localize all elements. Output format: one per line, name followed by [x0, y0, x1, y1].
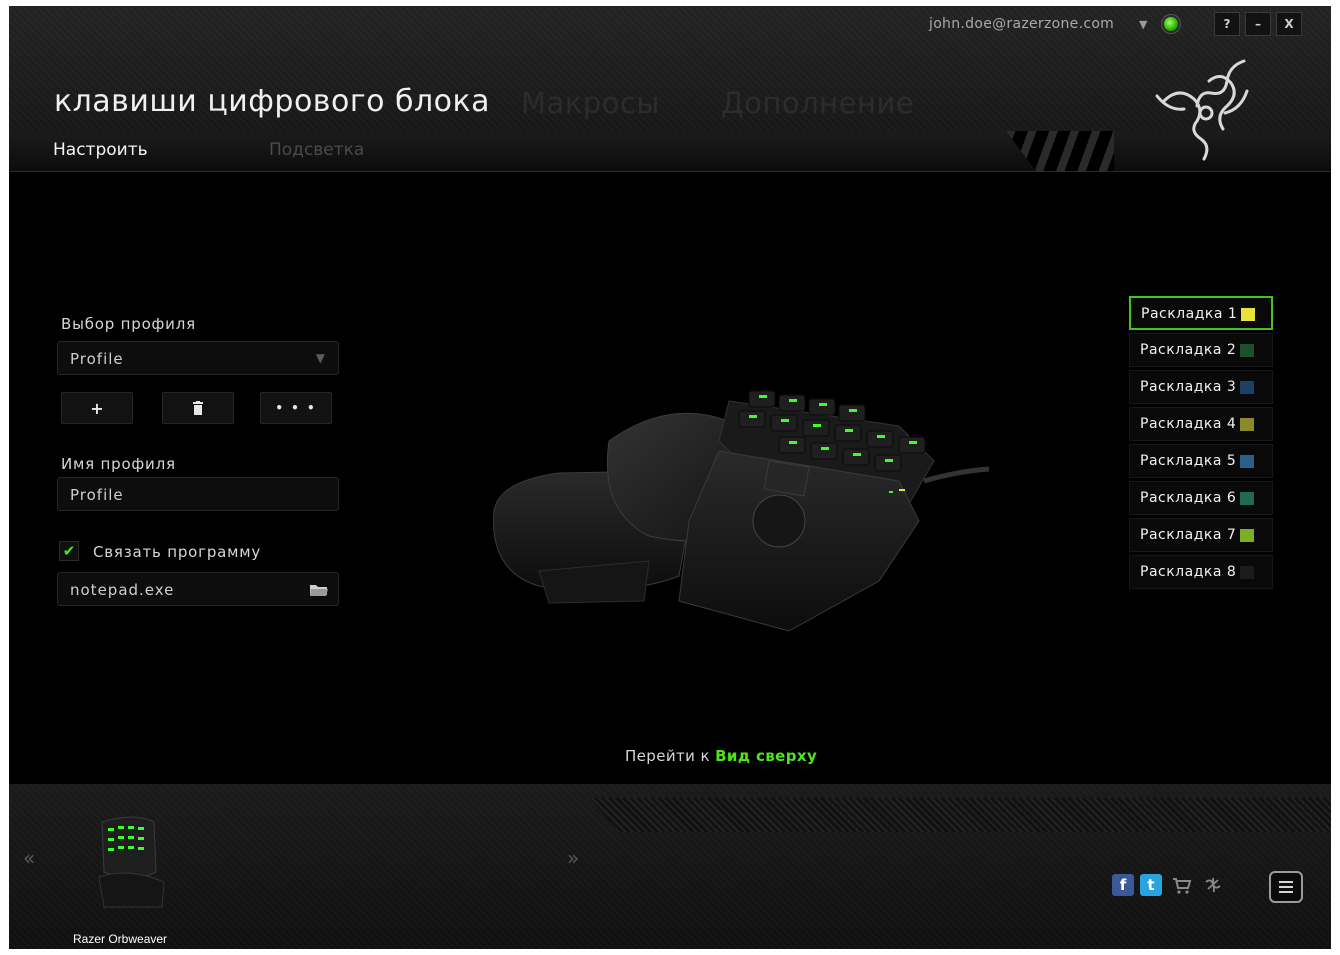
keymap-label: Раскладка 6: [1140, 490, 1237, 506]
delete-profile-button[interactable]: [162, 392, 234, 424]
menu-icon-line: [1279, 886, 1293, 888]
facebook-icon[interactable]: f: [1112, 874, 1134, 896]
keymap-label: Раскладка 4: [1140, 416, 1237, 432]
page-title[interactable]: клавиши цифрового блока: [54, 84, 490, 119]
subtab-customize[interactable]: Настроить: [53, 140, 148, 160]
minimize-button[interactable]: –: [1245, 12, 1271, 36]
link-program-label[interactable]: Связать программу: [93, 543, 261, 561]
keymap-1[interactable]: Раскладка 1: [1129, 296, 1273, 330]
keymap-color-swatch: [1240, 529, 1254, 542]
view-switch: Перейти к Вид сверху: [625, 747, 817, 765]
program-path-value: notepad.exe: [70, 581, 175, 599]
profile-select-label: Выбор профиля: [61, 315, 196, 333]
keymap-7[interactable]: Раскладка 7: [1129, 518, 1273, 552]
razer-snake-icon[interactable]: [1202, 874, 1224, 896]
device-thumbnail[interactable]: [94, 812, 174, 912]
keymap-3[interactable]: Раскладка 3: [1129, 370, 1273, 404]
folder-icon[interactable]: [310, 584, 328, 596]
header: john.doe@razerzone.com ▼ ? – X клавиши ц…: [9, 6, 1331, 172]
menu-icon-line: [1279, 891, 1293, 893]
link-program-checkbox[interactable]: ✔: [59, 541, 79, 561]
profile-name-label: Имя профиля: [61, 455, 176, 473]
twitter-icon[interactable]: t: [1140, 874, 1162, 896]
device-name: Razer Orbweaver: [73, 932, 168, 946]
keymap-6[interactable]: Раскладка 6: [1129, 481, 1273, 515]
next-device-button[interactable]: »: [567, 846, 579, 870]
add-profile-button[interactable]: +: [61, 392, 133, 424]
keymap-color-swatch: [1241, 308, 1255, 321]
footer-decoration: [589, 798, 1331, 832]
help-button[interactable]: ?: [1214, 12, 1240, 36]
razer-synapse-window: john.doe@razerzone.com ▼ ? – X клавиши ц…: [9, 6, 1331, 949]
view-switch-prefix: Перейти к: [625, 747, 710, 765]
keymap-color-swatch: [1240, 418, 1254, 431]
account-email[interactable]: john.doe@razerzone.com: [929, 16, 1114, 32]
menu-button[interactable]: [1269, 871, 1303, 903]
keymap-label: Раскладка 7: [1140, 527, 1237, 543]
trash-icon: [193, 401, 203, 415]
keymap-color-swatch: [1240, 492, 1254, 505]
keymap-color-swatch: [1240, 381, 1254, 394]
subtab-lighting[interactable]: Подсветка: [269, 140, 364, 160]
subtab-bar: [9, 131, 1331, 172]
chevron-down-icon: ▼: [315, 351, 326, 365]
online-status-icon: [1164, 17, 1178, 31]
tab-macros[interactable]: Макросы: [521, 86, 660, 120]
keymap-2[interactable]: Раскладка 2: [1129, 333, 1273, 367]
keymap-label: Раскладка 1: [1141, 306, 1238, 322]
close-button[interactable]: X: [1276, 12, 1302, 36]
device-image: [493, 390, 989, 632]
keymap-5[interactable]: Раскладка 5: [1129, 444, 1273, 478]
cart-icon[interactable]: [1171, 874, 1193, 896]
keymap-label: Раскладка 5: [1140, 453, 1237, 469]
keymap-label: Раскладка 8: [1140, 564, 1237, 580]
top-view-link[interactable]: Вид сверху: [715, 747, 817, 765]
keymap-color-swatch: [1240, 455, 1254, 468]
profile-name-input[interactable]: Profile: [57, 477, 339, 511]
keymap-color-swatch: [1240, 566, 1254, 579]
keymap-8[interactable]: Раскладка 8: [1129, 555, 1273, 589]
razer-logo-icon: [1155, 59, 1249, 161]
keymap-color-swatch: [1240, 344, 1254, 357]
account-dropdown-icon[interactable]: ▼: [1139, 18, 1147, 31]
program-path-input[interactable]: notepad.exe: [57, 572, 339, 606]
tab-extras[interactable]: Дополнение: [721, 86, 914, 120]
keymap-4[interactable]: Раскладка 4: [1129, 407, 1273, 441]
device-footer: « » Razer Orbweaver f t: [9, 784, 1331, 949]
keymap-label: Раскладка 3: [1140, 379, 1237, 395]
profile-dropdown[interactable]: Profile ▼: [57, 341, 339, 375]
prev-device-button[interactable]: «: [23, 846, 35, 870]
profile-dropdown-value: Profile: [70, 350, 124, 368]
menu-icon-line: [1279, 881, 1293, 883]
keymap-label: Раскладка 2: [1140, 342, 1237, 358]
more-options-button[interactable]: • • •: [260, 392, 332, 424]
